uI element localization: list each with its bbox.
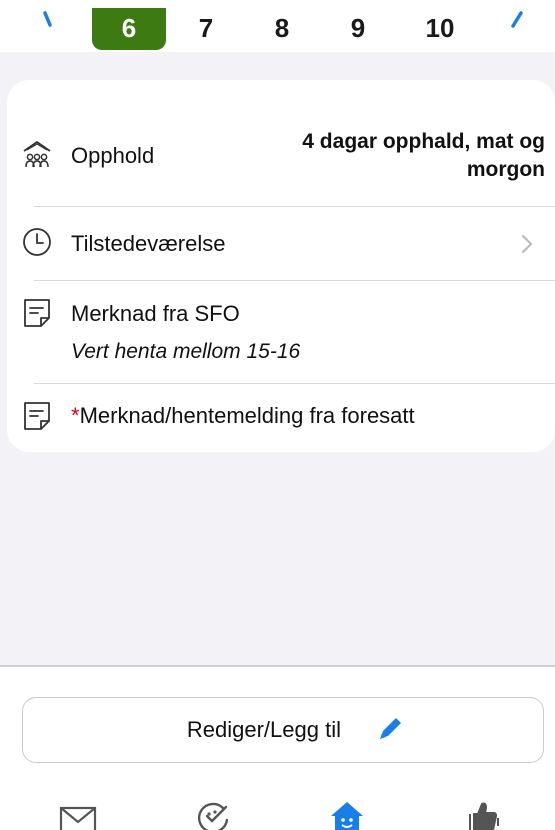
stay-value: 4 dagar opphald, mat og morgon xyxy=(302,130,545,181)
thumbs-up-icon[interactable] xyxy=(462,798,502,830)
attendance-row[interactable]: Tilstedeværelse xyxy=(7,207,555,280)
attendance-label: Tilstedeværelse xyxy=(71,231,226,256)
day-7[interactable]: 7 xyxy=(188,10,224,46)
note-icon xyxy=(24,402,50,430)
sfo-note-label: Merknad fra SFO xyxy=(71,301,240,326)
mail-icon[interactable] xyxy=(58,798,98,830)
stay-label: Opphold xyxy=(71,143,155,168)
stay-row: Opphold 4 dagar opphald, mat og morgon xyxy=(7,80,555,206)
sfo-note-row: Merknad fra SFO Vert henta mellom 15-16 xyxy=(7,281,555,383)
sfo-note-text: Vert henta mellom 15-16 xyxy=(71,340,301,363)
guardian-note-label-text: Merknad/hentemelding fra foresatt xyxy=(79,403,415,428)
group-house-icon xyxy=(23,141,51,168)
guardian-note-row[interactable]: *Merknad/hentemelding fra foresatt xyxy=(7,384,555,452)
day-6[interactable]: 6 xyxy=(92,8,166,50)
date-strip: 6 7 8 9 10 xyxy=(0,0,555,52)
day-8[interactable]: 8 xyxy=(264,10,300,46)
day-10[interactable]: 10 xyxy=(418,10,462,46)
edit-add-button[interactable]: Rediger/Legg til xyxy=(22,697,544,763)
required-mark: * xyxy=(71,403,80,428)
next-day-arrow-icon[interactable] xyxy=(505,10,529,34)
pencil-icon xyxy=(380,718,401,739)
previous-day-arrow-icon[interactable] xyxy=(37,10,61,34)
guardian-note-label: *Merknad/hentemelding fra foresatt xyxy=(71,403,415,429)
check-badge-icon[interactable] xyxy=(193,798,233,830)
edit-add-button-label: Rediger/Legg til xyxy=(186,717,341,742)
chevron-right-icon xyxy=(522,235,533,253)
home-icon[interactable] xyxy=(327,798,367,830)
day-9[interactable]: 9 xyxy=(340,10,376,46)
clock-icon xyxy=(23,228,51,256)
day-detail-card: Opphold 4 dagar opphald, mat og morgon T… xyxy=(7,80,555,452)
note-icon xyxy=(24,299,50,327)
